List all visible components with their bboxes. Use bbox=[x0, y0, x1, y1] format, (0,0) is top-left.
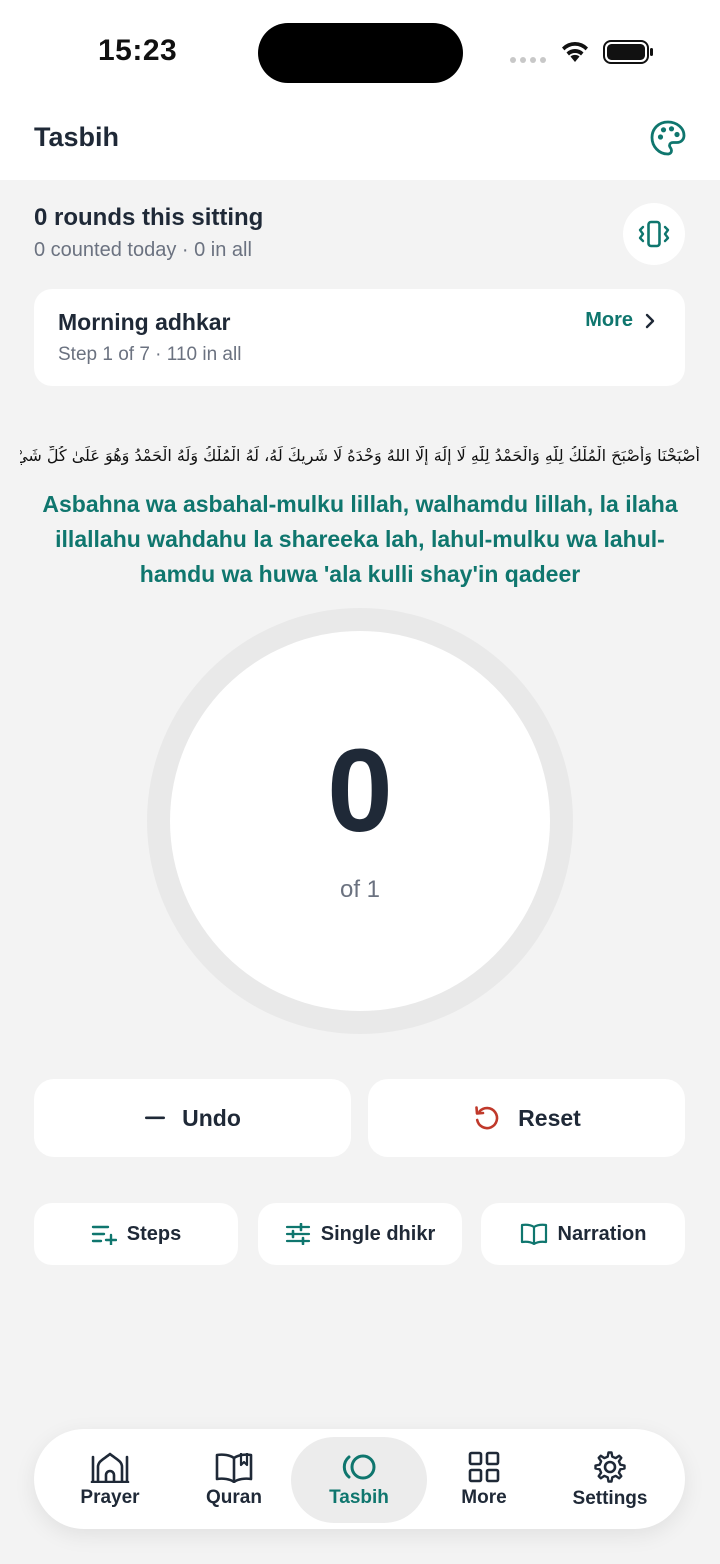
routine-more-link[interactable]: More bbox=[585, 309, 657, 332]
sliders-icon bbox=[285, 1223, 310, 1245]
palette-icon[interactable] bbox=[648, 118, 688, 158]
vibrate-icon bbox=[638, 220, 670, 248]
tab-prayer[interactable]: Prayer bbox=[42, 1437, 178, 1523]
more-label: More bbox=[585, 309, 633, 331]
rounds-summary: 0 rounds this sitting bbox=[34, 204, 264, 231]
tab-tasbih-label: Tasbih bbox=[329, 1487, 389, 1508]
tab-more-label: More bbox=[461, 1487, 507, 1508]
undo-label: Undo bbox=[182, 1104, 241, 1131]
count-totals: 0 counted today · 0 in all bbox=[34, 239, 252, 261]
cellular-signal-icon bbox=[510, 57, 546, 63]
steps-button[interactable]: Steps bbox=[34, 1203, 238, 1265]
reset-label: Reset bbox=[518, 1104, 581, 1131]
app-header: Tasbih bbox=[0, 100, 720, 180]
chevron-right-icon bbox=[645, 313, 655, 328]
status-bar: 15:23 bbox=[0, 0, 720, 100]
dhikr-arabic: أَصْبَحْنَا وَأَصْبَحَ الْمُلْكُ لِلَّهِ… bbox=[20, 446, 700, 465]
list-plus-icon bbox=[91, 1225, 117, 1245]
page-title: Tasbih bbox=[34, 122, 120, 152]
counter-target: of 1 bbox=[339, 876, 381, 903]
steps-label: Steps bbox=[126, 1222, 182, 1245]
dynamic-island bbox=[258, 23, 463, 83]
tab-quran-label: Quran bbox=[206, 1487, 262, 1508]
status-time: 15:23 bbox=[98, 34, 178, 67]
minus-icon bbox=[145, 1116, 166, 1120]
tab-settings-label: Settings bbox=[572, 1488, 648, 1509]
bottom-tab-bar: Prayer Quran Tasbih More Settings bbox=[34, 1429, 685, 1529]
single-dhikr-label: Single dhikr bbox=[320, 1222, 436, 1245]
battery-icon bbox=[603, 40, 653, 64]
mosque-icon bbox=[90, 1452, 130, 1483]
haptic-toggle-button[interactable] bbox=[623, 203, 685, 265]
undo-button[interactable]: Undo bbox=[34, 1079, 351, 1157]
tab-quran[interactable]: Quran bbox=[166, 1437, 302, 1523]
dhikr-transliteration: Asbahna wa asbahal-mulku lillah, walhamd… bbox=[42, 491, 678, 587]
reset-icon bbox=[475, 1106, 499, 1130]
counter-value: 0 bbox=[327, 725, 393, 857]
gear-icon bbox=[594, 1451, 626, 1483]
narration-button[interactable]: Narration bbox=[481, 1203, 685, 1265]
tab-more[interactable]: More bbox=[416, 1437, 552, 1523]
single-dhikr-button[interactable]: Single dhikr bbox=[258, 1203, 462, 1265]
wifi-icon bbox=[562, 41, 588, 62]
book-icon bbox=[215, 1453, 253, 1483]
narration-label: Narration bbox=[557, 1222, 647, 1245]
reset-button[interactable]: Reset bbox=[368, 1079, 685, 1157]
routine-card[interactable]: Morning adhkar Step 1 of 7 · 110 in all … bbox=[34, 289, 685, 386]
tasbih-icon bbox=[342, 1454, 376, 1480]
tab-settings[interactable]: Settings bbox=[542, 1437, 678, 1523]
tab-tasbih[interactable]: Tasbih bbox=[291, 1437, 427, 1523]
book-open-icon bbox=[520, 1223, 547, 1245]
tab-prayer-label: Prayer bbox=[80, 1487, 140, 1508]
routine-name: Morning adhkar bbox=[58, 309, 231, 335]
routine-step: Step 1 of 7 · 110 in all bbox=[58, 344, 242, 365]
grid-icon bbox=[468, 1451, 500, 1483]
